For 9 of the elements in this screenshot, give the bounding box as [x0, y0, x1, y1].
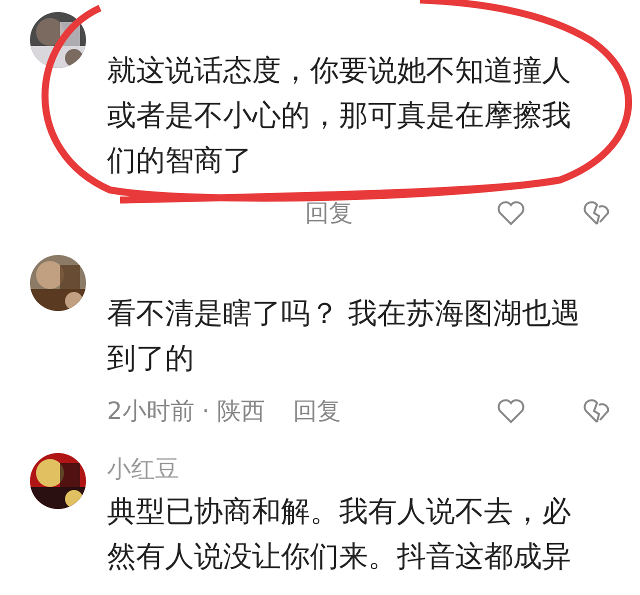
heart-icon[interactable]: [496, 396, 526, 426]
comment-text: 看不清是瞎了吗？ 我在苏海图湖也遇 到了的: [107, 295, 582, 377]
comment-time: 2小时前 · 陕西: [107, 396, 266, 427]
comment-text: 典型已协商和解。我有人说不去，必 然有人说没让你们来。抖音这都成异: [107, 493, 572, 575]
reply-link[interactable]: 回复: [293, 395, 342, 427]
username: 小红豆: [107, 455, 179, 483]
comment-text: 就这说话态度，你要说她不知道撞人 或者是不小心的，那可真是在摩擦我 们的智商了: [107, 52, 572, 179]
reply-link[interactable]: 回复: [305, 197, 353, 229]
heart-icon[interactable]: [496, 198, 526, 228]
